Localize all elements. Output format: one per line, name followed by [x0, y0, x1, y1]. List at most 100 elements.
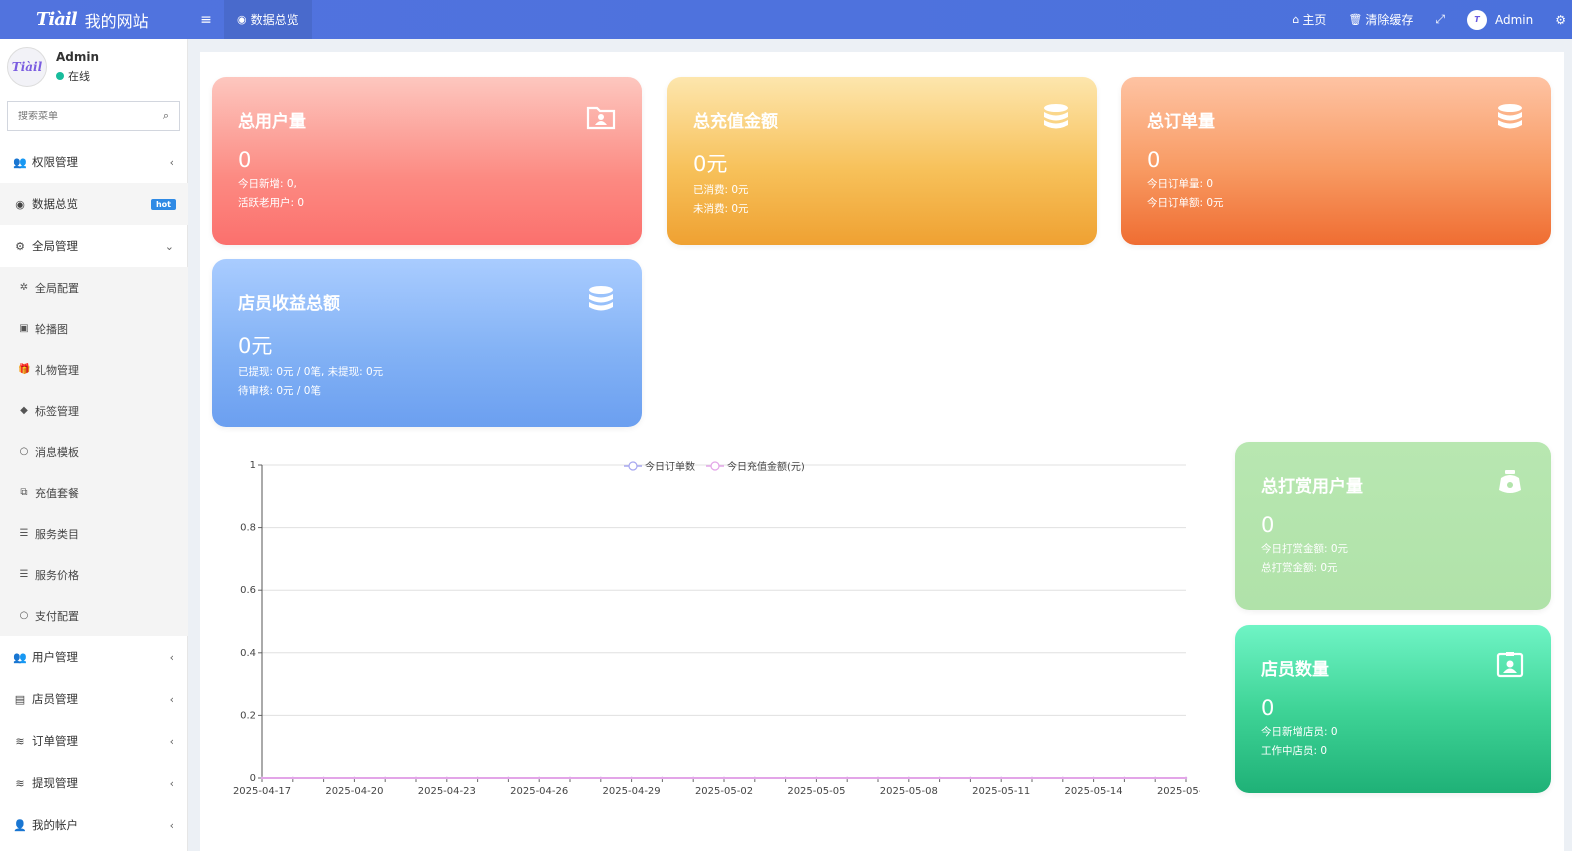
database-icon: ≋ [15, 734, 25, 748]
x-tick-label: 2025-05-02 [695, 786, 753, 797]
cogs-icon: ⚙ [15, 239, 25, 253]
card-detail: 今日新增店员: 0 [1261, 726, 1338, 738]
sidebar-item-label: 消息模板 [35, 445, 79, 459]
sidebar-item-label: 服务价格 [35, 568, 79, 582]
sidebar-item-orders[interactable]: ≋ 订单管理 ‹ [0, 720, 188, 762]
sidebar-subitem-carousel[interactable]: ▣ 轮播图 [0, 308, 188, 349]
data-point [322, 776, 325, 780]
data-point [599, 776, 602, 780]
stat-card-total-orders: 总订单量 0 今日订单量: 0 今日订单额: 0元 [1121, 77, 1551, 245]
sidebar-subitem-service-prices[interactable]: ☰ 服务价格 [0, 554, 188, 595]
trash-icon: 🗑 [1348, 13, 1363, 26]
card-detail: 今日打赏金额: 0元 [1261, 543, 1349, 555]
user-icon: 👤 [13, 818, 27, 832]
sidebar-item-staff[interactable]: ▤ 店员管理 ‹ [0, 678, 188, 720]
user-avatar: Tiàil [7, 46, 47, 87]
y-tick-label: 0.8 [240, 523, 256, 534]
card-detail: 活跃老用户: 0 [238, 197, 305, 209]
data-point [1184, 776, 1188, 780]
data-point [815, 776, 818, 780]
settings-button[interactable]: ⚙ [1544, 0, 1572, 39]
list-icon: ☰ [19, 569, 29, 580]
sidebar-item-permissions[interactable]: 👥 权限管理 ‹ [0, 141, 188, 183]
clear-cache-label: 清除缓存 [1365, 13, 1414, 27]
brand[interactable]: Tiàil 我的网站 [0, 0, 188, 39]
chevron-down-icon: ⌄ [164, 239, 174, 253]
stat-card-staff-income: 店员收益总额 0元 已提现: 0元 / 0笔, 未提现: 0元 待审核: 0元 … [212, 259, 642, 427]
tab-label: 数据总览 [250, 13, 299, 27]
menu-toggle-button[interactable]: ≡ [188, 0, 224, 39]
online-dot-icon [56, 71, 64, 80]
data-point [384, 776, 387, 780]
sidebar-item-users[interactable]: 👥 用户管理 ‹ [0, 636, 188, 678]
y-tick-label: 0.2 [240, 710, 256, 721]
data-point [507, 776, 510, 780]
card-detail: 未消费: 0元 [693, 203, 749, 215]
sidebar-subitem-message-templates[interactable]: ○ 消息模板 [0, 431, 188, 472]
sidebar-item-label: 用户管理 [32, 650, 78, 664]
database-icon [1498, 104, 1522, 129]
sidebar-item-withdrawals[interactable]: ≋ 提现管理 ‹ [0, 762, 188, 804]
clear-cache-button[interactable]: 🗑 清除缓存 [1337, 0, 1424, 39]
home-label: 主页 [1302, 13, 1327, 27]
data-point [876, 776, 880, 780]
chevron-left-icon: ‹ [169, 155, 174, 169]
home-link[interactable]: ⌂ 主页 [1281, 0, 1337, 39]
cogs-icon: ⚙ [1555, 12, 1566, 27]
id-card-icon: ▤ [14, 692, 26, 706]
card-title: 总用户量 [238, 112, 306, 132]
brand-name: 我的网站 [84, 11, 149, 31]
chevron-left-icon: ‹ [169, 776, 174, 790]
fullscreen-button[interactable]: ⤢ [1424, 0, 1456, 39]
card-detail: 已消费: 0元 [693, 184, 749, 196]
id-badge-icon [1496, 652, 1524, 678]
search-input[interactable] [18, 110, 148, 122]
sidebar-subitem-global-config[interactable]: ✲ 全局配置 [0, 267, 188, 308]
stat-card-total-recharge: 总充值金额 0元 已消费: 0元 未消费: 0元 [667, 77, 1097, 245]
data-point [846, 776, 849, 780]
data-point [568, 776, 572, 780]
x-tick-label: 2025-04-29 [603, 786, 661, 797]
sidebar-item-global[interactable]: ⚙ 全局管理 ⌄ [0, 225, 188, 267]
sidebar-subitem-gifts[interactable]: 🎁 礼物管理 [0, 349, 188, 390]
legend-label: 今日充值金额(元) [727, 460, 805, 473]
sidebar-item-my-account[interactable]: 👤 我的帐户 ‹ [0, 804, 188, 846]
card-value: 0 [1147, 148, 1161, 172]
database-icon: ≋ [15, 776, 25, 790]
data-point [353, 776, 356, 780]
user-status: 在线 [56, 68, 99, 84]
x-tick-label: 2025-05-17 [1157, 786, 1200, 797]
x-tick-label: 2025-04-26 [510, 786, 568, 797]
y-tick-label: 0.4 [240, 648, 256, 659]
tab-dashboard[interactable]: ◉ 数据总览 [224, 0, 312, 39]
data-point [661, 776, 664, 780]
sidebar-item-dashboard[interactable]: ◉ 数据总览 hot [0, 183, 188, 225]
data-point [445, 776, 448, 780]
gear-icon: ✲ [19, 282, 29, 293]
database-icon [1044, 104, 1068, 129]
card-title: 总充值金额 [693, 112, 778, 132]
sidebar-subitem-recharge-packages[interactable]: ⧉ 充值套餐 [0, 472, 188, 513]
chevron-left-icon: ‹ [169, 692, 174, 706]
sidebar-subitem-service-categories[interactable]: ☰ 服务类目 [0, 513, 188, 554]
x-tick-label: 2025-05-11 [972, 786, 1030, 797]
data-point [291, 776, 294, 780]
admin-user-menu[interactable]: T Admin [1456, 0, 1544, 39]
data-point [969, 776, 972, 780]
circle-icon: ○ [19, 610, 29, 621]
user-status-label: 在线 [68, 69, 90, 83]
sidebar-subitem-tags[interactable]: ◆ 标签管理 [0, 390, 188, 431]
chevron-left-icon: ‹ [169, 734, 174, 748]
sidebar-item-label: 权限管理 [32, 155, 78, 169]
search-icon[interactable]: ⌕ [163, 109, 169, 123]
x-tick-label: 2025-04-23 [418, 786, 476, 797]
menu-search[interactable]: ⌕ [7, 101, 180, 131]
card-title: 店员收益总额 [238, 294, 340, 314]
global-submenu: ✲ 全局配置 ▣ 轮播图 🎁 礼物管理 ◆ 标签管理 ○ 消息模板 ⧉ 充值套餐 [0, 267, 188, 636]
database-icon [589, 286, 613, 311]
sidebar-subitem-payment-config[interactable]: ○ 支付配置 [0, 595, 188, 636]
sidebar-item-label: 轮播图 [35, 322, 68, 336]
card-value: 0 [1261, 696, 1275, 720]
data-point [938, 776, 941, 780]
sidebar-item-label: 我的帐户 [32, 818, 78, 832]
